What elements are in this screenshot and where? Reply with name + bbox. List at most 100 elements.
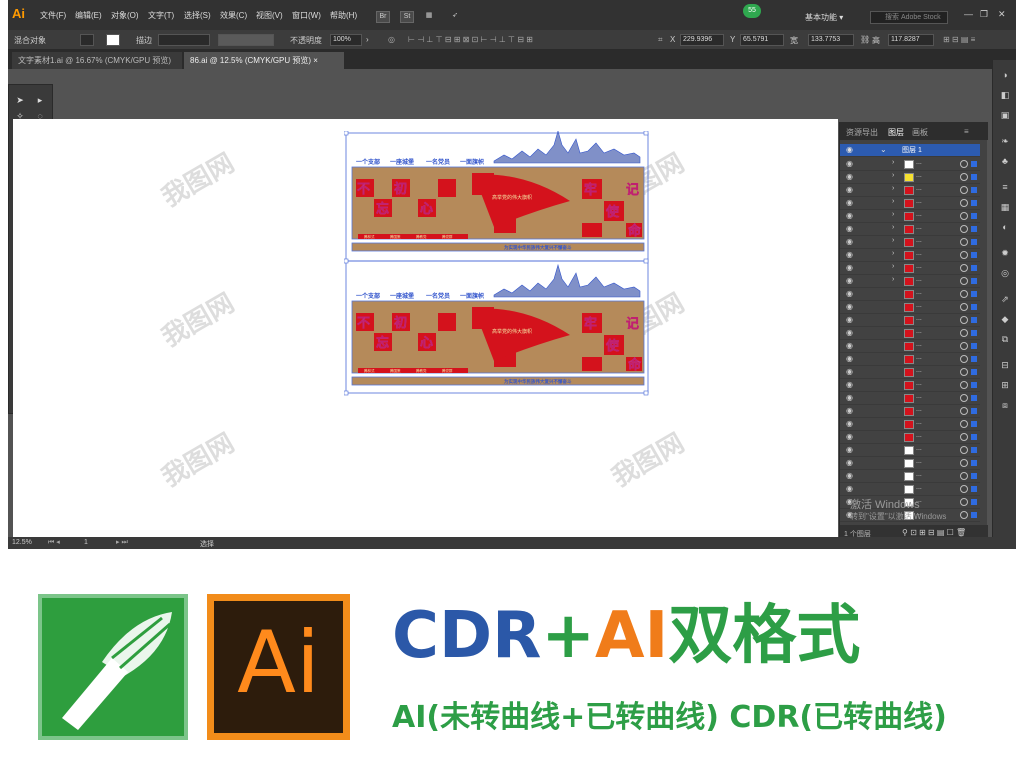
recolor-icon[interactable]: ◎ (388, 35, 395, 44)
page-nav-prev-icon[interactable]: ⏮ ◂ (48, 538, 60, 547)
layer-row[interactable]: ◉... (840, 431, 980, 444)
page-nav-next-icon[interactable]: ▸ ⏭ (116, 538, 128, 547)
target-icon[interactable] (960, 433, 968, 441)
stock-button[interactable]: St (400, 11, 414, 23)
target-icon[interactable] (960, 277, 968, 285)
layer-row[interactable]: ◉ ›... (840, 249, 980, 262)
eye-icon[interactable]: ◉ (846, 198, 853, 207)
chevron-down-icon[interactable]: ⌄ (880, 145, 887, 154)
target-icon[interactable] (960, 511, 968, 519)
pathfinder-icon[interactable]: ⧈ (998, 398, 1012, 412)
tab-document-2[interactable]: 86.ai @ 12.5% (CMYK/GPU 预览) × (184, 52, 344, 69)
target-icon[interactable] (960, 394, 968, 402)
menu-type[interactable]: 文字(T) (148, 10, 174, 21)
chevron-right-icon[interactable]: › (892, 276, 894, 283)
target-icon[interactable] (960, 355, 968, 363)
graphic-styles-icon[interactable]: ◎ (998, 266, 1012, 280)
chevron-right-icon[interactable]: › (892, 185, 894, 192)
eye-icon[interactable]: ◉ (846, 224, 853, 233)
eye-icon[interactable]: ◉ (846, 185, 853, 194)
link-icon[interactable]: ⛓ (860, 35, 870, 44)
menu-edit[interactable]: 编辑(E) (75, 10, 102, 21)
eye-icon[interactable]: ◉ (846, 471, 853, 480)
layer-row[interactable]: ◉... (840, 288, 980, 301)
layer-row[interactable]: ◉ ›... (840, 158, 980, 171)
layer-row[interactable]: ◉... (840, 483, 980, 496)
menu-effect[interactable]: 效果(C) (220, 10, 247, 21)
eye-icon[interactable]: ◉ (846, 354, 853, 363)
layer-row[interactable]: ◉ ›... (840, 184, 980, 197)
menu-view[interactable]: 视图(V) (256, 10, 283, 21)
layer-row-main[interactable]: ◉ ⌄ 图层 1 (840, 144, 980, 157)
target-icon[interactable] (960, 212, 968, 220)
target-icon[interactable] (960, 459, 968, 467)
eye-icon[interactable]: ◉ (846, 263, 853, 272)
tab-layers[interactable]: 图层 (888, 127, 904, 138)
stock-search-input[interactable]: 搜索 Adobe Stock (870, 11, 948, 24)
properties-icon[interactable]: ◑ (998, 68, 1012, 82)
gpu-rocket-icon[interactable]: ➶ (448, 11, 462, 23)
layer-row[interactable]: ◉ ›... (840, 275, 980, 288)
target-icon[interactable] (960, 264, 968, 272)
target-icon[interactable] (960, 368, 968, 376)
bridge-button[interactable]: Br (376, 11, 390, 23)
layer-row[interactable]: ◉... (840, 301, 980, 314)
target-icon[interactable] (960, 316, 968, 324)
eye-icon[interactable]: ◉ (846, 380, 853, 389)
target-icon[interactable] (960, 225, 968, 233)
layer-row[interactable]: ◉... (840, 314, 980, 327)
minimize-icon[interactable]: — (964, 9, 973, 19)
eye-icon[interactable]: ◉ (846, 145, 853, 154)
eye-icon[interactable]: ◉ (846, 328, 853, 337)
target-icon[interactable] (960, 420, 968, 428)
options-icons[interactable]: ⊞ ⊟ ▤ ≡ (943, 35, 975, 44)
eye-icon[interactable]: ◉ (846, 276, 853, 285)
stroke-icon[interactable]: ≡ (998, 180, 1012, 194)
y-field[interactable]: 65.5791 (740, 34, 784, 46)
appearance-icon[interactable]: ✹ (998, 246, 1012, 260)
h-field[interactable]: 117.8287 (888, 34, 934, 46)
workspace-switcher[interactable]: 基本功能 ▾ (805, 12, 843, 23)
menu-file[interactable]: 文件(F) (40, 10, 66, 21)
transparency-icon[interactable]: ◐ (998, 220, 1012, 234)
menu-help[interactable]: 帮助(H) (330, 10, 357, 21)
layer-row[interactable]: ◉... (840, 418, 980, 431)
libraries-icon[interactable]: ▣ (998, 108, 1012, 122)
tab-document-1[interactable]: 文字素材1.ai @ 16.67% (CMYK/GPU 预览) (12, 52, 182, 69)
maximize-icon[interactable]: ❐ (980, 9, 988, 20)
chevron-right-icon[interactable]: › (892, 211, 894, 218)
target-icon[interactable] (960, 251, 968, 259)
target-icon[interactable] (960, 290, 968, 298)
eye-icon[interactable]: ◉ (846, 406, 853, 415)
target-icon[interactable] (960, 446, 968, 454)
align-icon[interactable]: ⊟ (998, 358, 1012, 372)
eye-icon[interactable]: ◉ (846, 432, 853, 441)
eye-icon[interactable]: ◉ (846, 458, 853, 467)
layer-actions-icons[interactable]: ⚲ ⊡ ⊞ ⊟ ▤ ☐ 🗑 (902, 528, 966, 537)
layer-row[interactable]: ◉ ›... (840, 223, 980, 236)
layer-row[interactable]: ◉... (840, 340, 980, 353)
target-icon[interactable] (960, 381, 968, 389)
export-icon[interactable]: ⇗ (998, 292, 1012, 306)
stroke-swatch[interactable] (106, 34, 120, 46)
layers-icon[interactable]: ◆ (998, 312, 1012, 326)
target-icon[interactable] (960, 199, 968, 207)
target-icon[interactable] (960, 407, 968, 415)
eye-icon[interactable]: ◉ (846, 341, 853, 350)
swatches-icon[interactable]: ♣ (998, 154, 1012, 168)
direct-selection-tool-icon[interactable]: ▸ (33, 93, 47, 107)
layer-row[interactable]: ◉ ›... (840, 236, 980, 249)
target-icon[interactable] (960, 485, 968, 493)
tab-asset-export[interactable]: 资源导出 (846, 127, 878, 138)
menu-object[interactable]: 对象(O) (111, 10, 139, 21)
chevron-right-icon[interactable]: › (892, 263, 894, 270)
menu-select[interactable]: 选择(S) (184, 10, 211, 21)
stroke-weight-field[interactable] (158, 34, 210, 46)
eye-icon[interactable]: ◉ (846, 419, 853, 428)
layer-row[interactable]: ◉... (840, 392, 980, 405)
target-icon[interactable] (960, 329, 968, 337)
brush-icon[interactable]: ❧ (998, 134, 1012, 148)
close-icon[interactable]: ✕ (998, 9, 1006, 20)
chevron-right-icon[interactable]: › (892, 250, 894, 257)
target-icon[interactable] (960, 303, 968, 311)
